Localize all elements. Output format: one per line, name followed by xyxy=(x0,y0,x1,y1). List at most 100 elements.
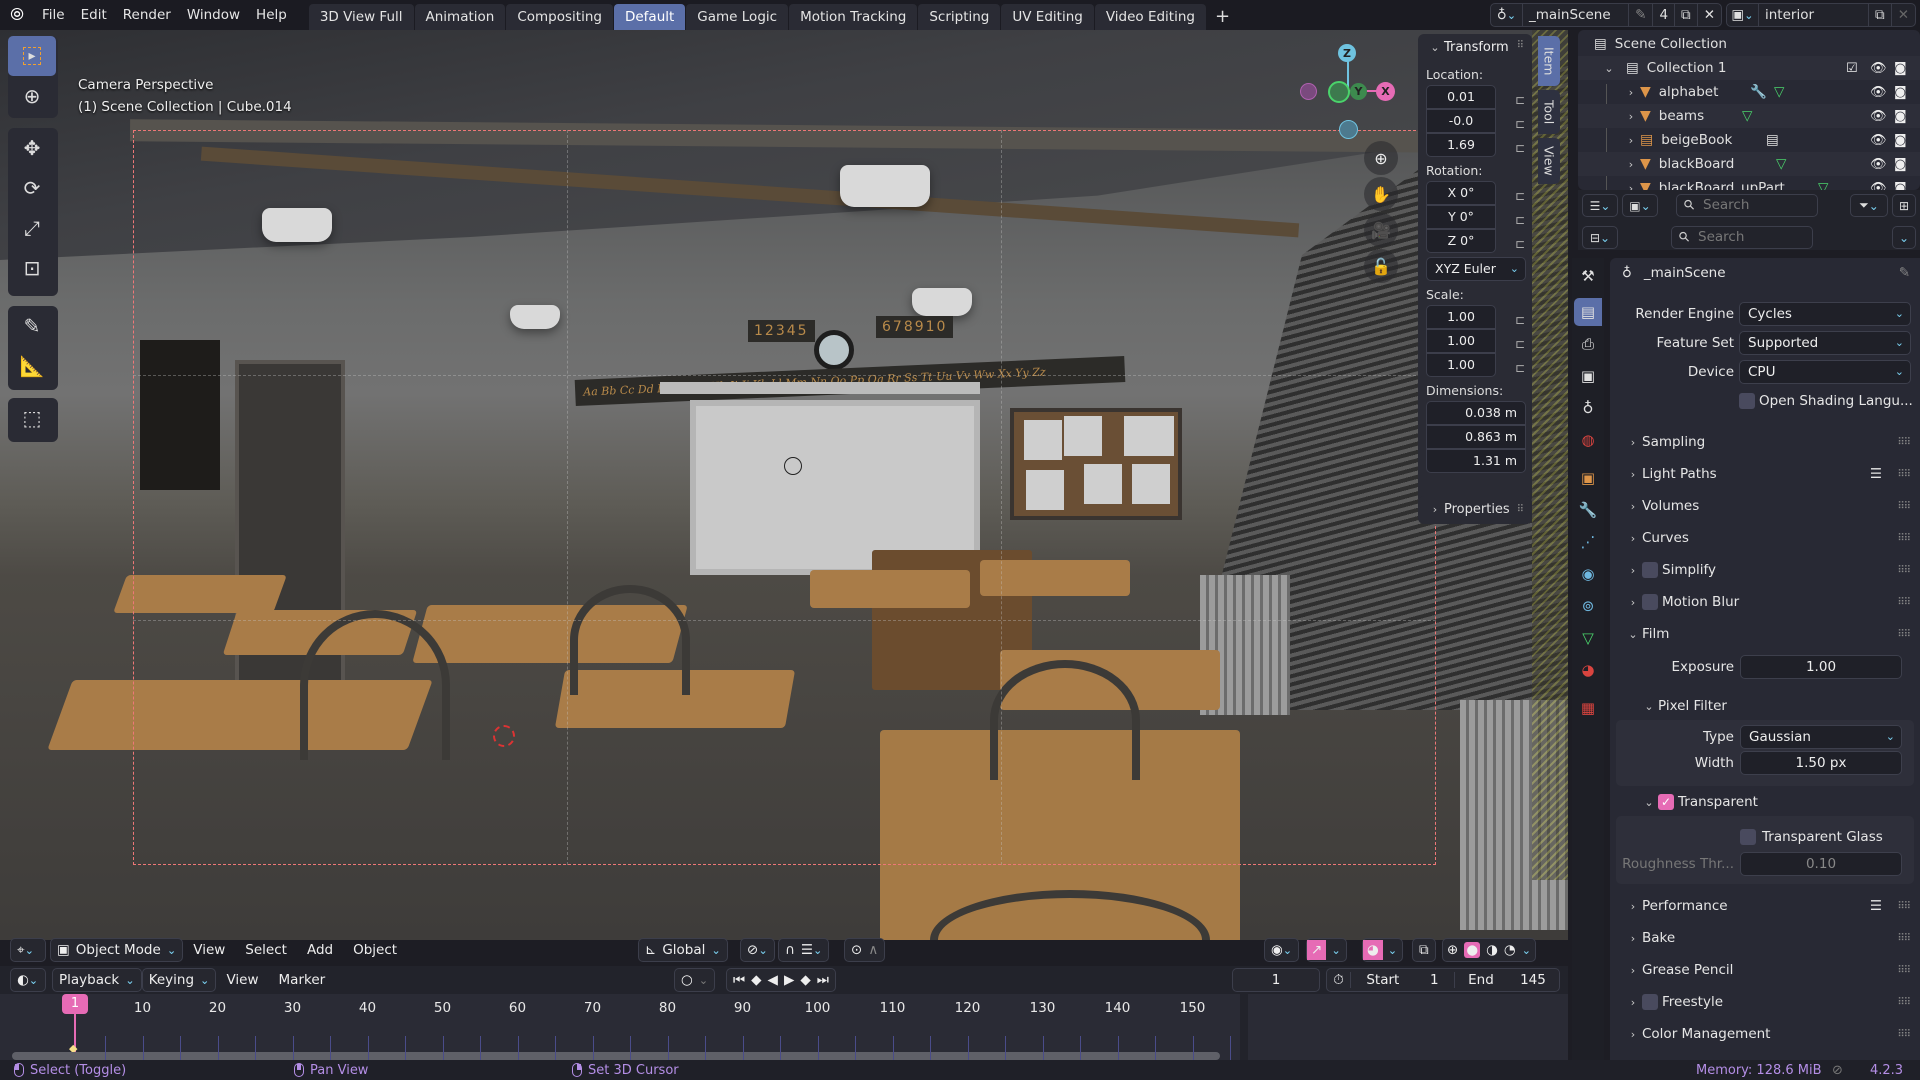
outliner-item[interactable]: › ▼ alphabet 🔧 ▽ 👁 ◙ xyxy=(1578,80,1920,104)
rotation-mode-dropdown[interactable]: XYZ Euler ⌄ xyxy=(1426,257,1526,281)
panel-color-management[interactable]: › Color Management ⠿⠿ xyxy=(1610,1022,1920,1046)
jump-end-icon[interactable]: ⏭ xyxy=(817,972,829,988)
delete-view-layer-icon[interactable]: ✕ xyxy=(1892,4,1915,26)
eye-icon[interactable]: 👁 xyxy=(1870,109,1887,124)
panel-freestyle[interactable]: › Freestyle ⠿⠿ xyxy=(1610,990,1920,1014)
data-tab[interactable]: ▽ xyxy=(1574,624,1602,652)
keying-dropdown[interactable]: Keying ⌄ xyxy=(141,968,217,992)
unlock-icon[interactable]: ⊏ xyxy=(1515,209,1525,231)
texture-tab[interactable]: ▦ xyxy=(1574,694,1602,722)
end-frame-field[interactable]: End 145 xyxy=(1455,972,1559,988)
view-layer-tab[interactable]: ▣ xyxy=(1574,362,1602,390)
location-y-field[interactable]: -0.0 ⊏ xyxy=(1426,109,1525,133)
transparent-checkbox[interactable]: ✓ xyxy=(1658,794,1674,810)
render-camera-icon[interactable]: ◙ xyxy=(1894,181,1907,191)
annotate-tool[interactable]: ✎ xyxy=(8,306,56,346)
sidebar-tab-item[interactable]: Item xyxy=(1538,36,1560,86)
eye-icon[interactable]: 👁 xyxy=(1870,85,1887,100)
online-access-disabled-icon[interactable]: ⊘ xyxy=(1832,1063,1843,1078)
world-tab[interactable]: ◍ xyxy=(1574,426,1602,454)
tab-game-logic[interactable]: Game Logic xyxy=(686,4,789,30)
material-tab[interactable]: ◕ xyxy=(1574,656,1602,684)
transform-orientation-dropdown[interactable]: ⊾ Global ⌄ xyxy=(638,938,728,962)
outliner-item[interactable]: › ▼ blackBoard_upPart ▽ 👁 ◙ xyxy=(1578,176,1920,190)
timeline-menu-marker[interactable]: Marker xyxy=(269,972,336,988)
rendered-shading-icon[interactable]: ◔ xyxy=(1504,942,1516,958)
panel-film[interactable]: ⌄ Film ⠿⠿ xyxy=(1610,622,1920,646)
feature-set-dropdown[interactable]: Supported ⌄ xyxy=(1739,331,1911,355)
constraints-tab[interactable]: ⊚ xyxy=(1574,592,1602,620)
play-reverse-icon[interactable]: ◀ xyxy=(768,972,778,988)
particles-tab[interactable]: ⋰ xyxy=(1574,528,1602,556)
rotation-z-field[interactable]: Z 0° ⊏ xyxy=(1426,229,1525,253)
outliner-search-input[interactable]: Search xyxy=(1676,194,1818,217)
pivot-point-dropdown[interactable]: ⊘ ⌄ xyxy=(740,938,775,962)
scene-tab[interactable]: ♁ xyxy=(1574,394,1602,422)
location-z-field[interactable]: 1.69 ⊏ xyxy=(1426,133,1525,157)
outliner-item[interactable]: › ▼ beams ▽ 👁 ◙ xyxy=(1578,104,1920,128)
rotate-tool[interactable]: ⟳ xyxy=(8,168,56,208)
3d-cursor[interactable] xyxy=(493,725,515,747)
unlock-icon[interactable]: ⊏ xyxy=(1515,333,1525,355)
properties-editor-type-button[interactable]: ⊟ ⌄ xyxy=(1582,226,1618,249)
timeline-editor-type-button[interactable]: ◐ ⌄ xyxy=(10,968,46,992)
next-keyframe-icon[interactable]: ◆ xyxy=(800,972,810,988)
proportional-editing[interactable]: ⊙ ∧ xyxy=(844,938,886,962)
tab-video-editing[interactable]: Video Editing xyxy=(1094,4,1206,30)
render-camera-icon[interactable]: ◙ xyxy=(1894,85,1907,100)
rotation-y-field[interactable]: Y 0° ⊏ xyxy=(1426,205,1525,229)
snap-dropdown[interactable]: ∩ ☰ ⌄ xyxy=(778,938,830,962)
output-tab[interactable]: ⎙ xyxy=(1574,330,1602,358)
properties-search-input[interactable]: Search xyxy=(1671,226,1813,249)
play-icon[interactable]: ▶ xyxy=(784,972,794,988)
move-tool[interactable]: ✥ xyxy=(8,128,56,168)
overlays-toggle[interactable]: ◕ ⌄ xyxy=(1362,938,1404,962)
object-tab[interactable]: ▣ xyxy=(1574,464,1602,492)
eye-icon[interactable]: 👁 xyxy=(1870,61,1887,76)
editor-type-button[interactable]: ⌖ ⌄ xyxy=(10,938,46,962)
presets-icon[interactable]: ☰ xyxy=(1870,466,1882,482)
physics-tab[interactable]: ◉ xyxy=(1574,560,1602,588)
subpanel-transparent[interactable]: ⌄ ✓ Transparent xyxy=(1610,790,1920,814)
gizmo-z[interactable]: Z xyxy=(1338,44,1356,62)
panel-bake[interactable]: › Bake ⠿⠿ xyxy=(1610,926,1920,950)
dimension-x-field[interactable]: 0.038 m xyxy=(1426,401,1526,425)
tab-uv-editing[interactable]: UV Editing xyxy=(1001,4,1094,30)
outliner-item[interactable]: › ▤ beigeBook ▤ 👁 ◙ xyxy=(1578,128,1920,152)
unlock-icon[interactable]: ⊏ xyxy=(1515,309,1525,331)
filter-type-dropdown[interactable]: Gaussian ⌄ xyxy=(1740,725,1902,749)
rotation-x-field[interactable]: X 0° ⊏ xyxy=(1426,181,1525,205)
panel-motion-blur[interactable]: › Motion Blur ⠿⠿ xyxy=(1610,590,1920,614)
outliner-collection-1[interactable]: ⌄ ▤ Collection 1 ☑ 👁 ◙ xyxy=(1578,56,1920,80)
mesh-data-icon[interactable]: ▽ xyxy=(1776,156,1786,172)
auto-keying-toggle[interactable]: ○ ⌄ xyxy=(674,968,716,992)
start-frame-field[interactable]: Start 1 xyxy=(1351,972,1455,988)
menu-object[interactable]: Object xyxy=(343,942,407,958)
scene-name-field[interactable]: _mainScene xyxy=(1523,4,1630,26)
timeline-menu-view[interactable]: View xyxy=(216,972,268,988)
presets-icon[interactable]: ☰ xyxy=(1870,898,1882,914)
device-dropdown[interactable]: CPU ⌄ xyxy=(1739,360,1911,384)
pin-icon[interactable]: ✎ xyxy=(1629,4,1654,26)
material-shading-icon[interactable]: ◑ xyxy=(1486,942,1498,958)
outliner-scene-collection[interactable]: ▤ Scene Collection xyxy=(1578,32,1920,56)
delete-scene-icon[interactable]: ✕ xyxy=(1698,4,1721,26)
roughness-threshold-field[interactable]: 0.10 xyxy=(1740,852,1902,876)
tab-3d-view-full[interactable]: 3D View Full xyxy=(308,4,414,30)
prev-keyframe-icon[interactable]: ◆ xyxy=(751,972,761,988)
3d-viewport[interactable]: 12345 678910 Aa Bb Cc Dd Ee Ff Gg Hh Ii … xyxy=(0,30,1568,940)
stopwatch-icon[interactable]: ⏱ xyxy=(1327,972,1351,988)
scene-icon[interactable]: ♁ ⌄ xyxy=(1491,4,1523,26)
unlock-icon[interactable]: ⊏ xyxy=(1515,185,1525,207)
mode-dropdown[interactable]: ▣ Object Mode ⌄ xyxy=(50,938,184,962)
outliner-item[interactable]: › ▼ blackBoard ▽ 👁 ◙ xyxy=(1578,152,1920,176)
outliner-display-mode-button[interactable]: ☰ ⌄ xyxy=(1582,194,1618,217)
timeline-ruler[interactable]: 1 ◆ 10 20 30 40 50 60 70 80 90 100 110 120 130 140 150 xyxy=(0,994,1240,1064)
unlock-icon[interactable]: ⊏ xyxy=(1515,89,1525,111)
render-tab[interactable]: ▤ xyxy=(1574,298,1602,326)
panel-sampling[interactable]: › Sampling ⠿⠿ xyxy=(1610,430,1920,454)
gizmo-neg-z[interactable] xyxy=(1339,120,1358,139)
timeline-scrollbar[interactable] xyxy=(12,1052,1220,1060)
sidebar-tab-view[interactable]: View xyxy=(1538,138,1560,184)
tab-motion-tracking[interactable]: Motion Tracking xyxy=(789,4,918,30)
